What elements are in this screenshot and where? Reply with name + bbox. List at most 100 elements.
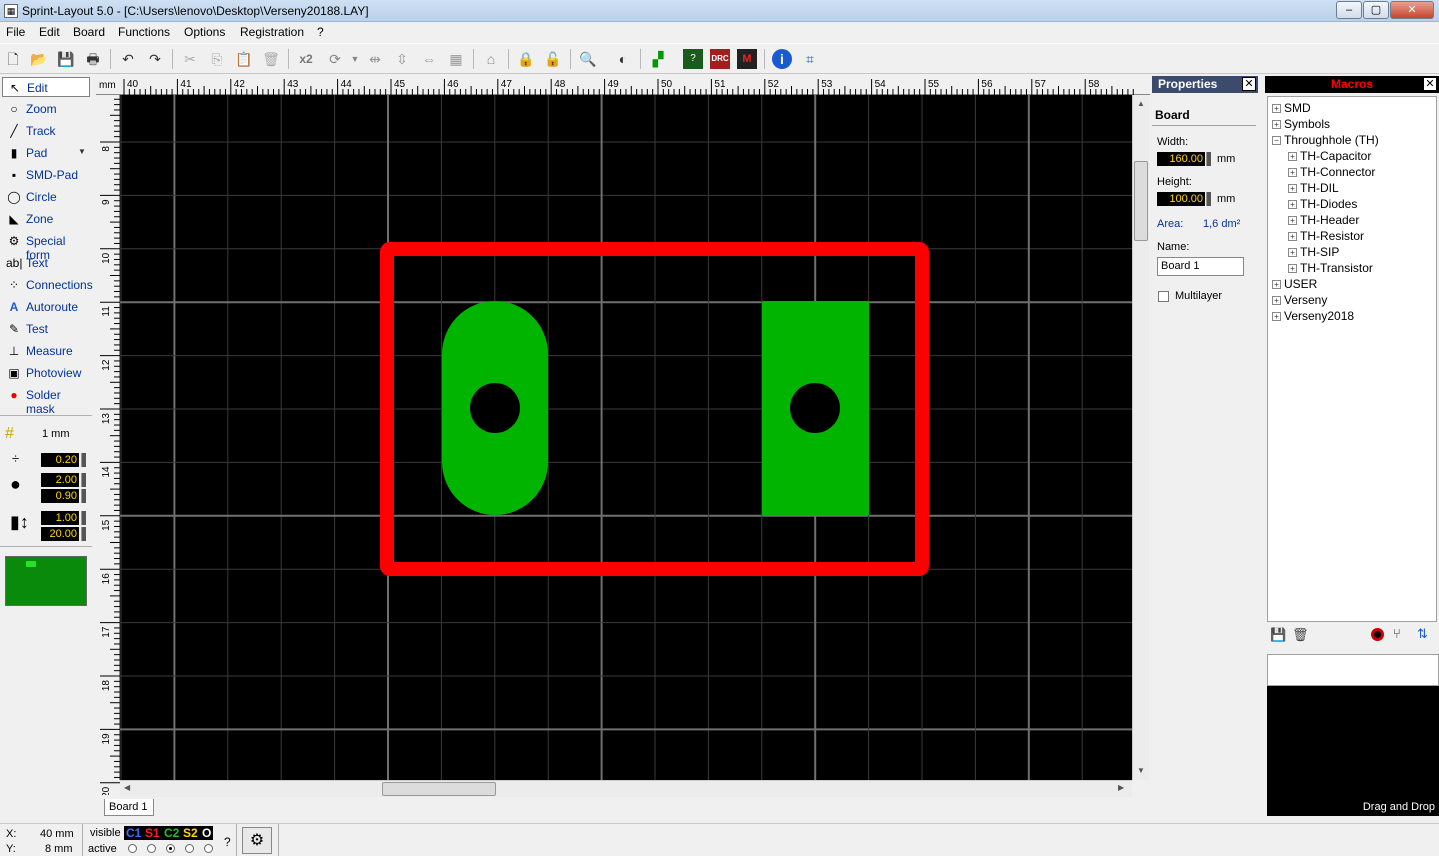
drc-help-icon[interactable]: ? [683,49,703,69]
info-icon[interactable]: i [772,49,792,69]
macro-tree-item[interactable]: + Verseny [1272,293,1327,307]
delete-macro-icon[interactable]: 🗑 [1292,627,1309,643]
tool-connections[interactable]: ⁘ Connections [2,275,93,295]
track-width-spinner[interactable] [81,453,86,467]
macro-tree-item[interactable]: − Throughhole (TH) [1272,133,1379,147]
multilayer-checkbox[interactable] [1158,291,1169,302]
expand-icon[interactable]: + [1288,184,1297,194]
vertical-scroll-thumb[interactable] [1134,161,1148,241]
smd-width-spinner[interactable] [81,511,86,525]
tool-edit[interactable]: ↖ Edit [2,77,90,97]
layer-help-icon[interactable]: ? [224,835,231,849]
scroll-left-icon[interactable]: ◀ [124,783,130,792]
expand-icon[interactable]: + [1272,120,1281,130]
tool-special-form[interactable]: ⚙ Special form [2,231,90,262]
pad-outer-field[interactable]: 2.00 [41,473,79,487]
tab-board-1[interactable]: Board 1 [104,799,154,816]
expand-icon[interactable]: + [1288,200,1297,210]
menu-file[interactable]: File [6,25,25,39]
layer-visible-s1[interactable]: S1 [143,826,162,840]
grid-value[interactable]: 1 mm [42,428,70,440]
board-preview[interactable] [5,556,87,606]
pcb-canvas[interactable] [120,95,1132,780]
collapse-icon[interactable]: − [1272,136,1281,146]
layer-active-radio-c2[interactable] [166,844,175,853]
layer-active-radio-o[interactable] [204,844,213,853]
scroll-right-icon[interactable]: ▶ [1118,783,1124,792]
scroll-down-icon[interactable]: ▼ [1137,766,1145,775]
rotate-icon[interactable]: ⟳ [325,49,345,69]
print-icon[interactable]: 🖶 [83,49,103,69]
expand-icon[interactable]: + [1288,216,1297,226]
macro-tree-item[interactable]: + SMD [1272,101,1311,115]
board-width-field[interactable]: 160.00 [1157,152,1205,166]
board-height-spinner[interactable] [1206,192,1211,206]
macro-tree-item[interactable]: + Symbols [1272,117,1330,131]
open-folder-icon[interactable]: 📂 [29,49,49,69]
tool-zoom[interactable]: ○ Zoom [2,99,90,119]
pcb-drawing[interactable] [120,95,1132,780]
lock-icon[interactable]: 🔒 [516,49,536,69]
track-width-field[interactable]: 0.20 [41,453,79,467]
scroll-up-icon[interactable]: ▲ [1137,99,1145,108]
minimize-button[interactable]: – [1336,1,1362,19]
drc-icon[interactable]: DRC [710,49,730,69]
macro-tree-item[interactable]: + Verseny2018 [1272,309,1354,323]
tool-test[interactable]: ✎ Test [2,319,90,339]
grid-icon[interactable]: # [5,425,23,443]
pad-dropdown-icon[interactable]: ▼ [78,147,86,156]
delete-icon[interactable]: 🗑 [261,49,281,69]
layer-visible-s2[interactable]: S2 [181,826,200,840]
vertical-scrollbar[interactable]: ▲ ▼ [1132,95,1149,780]
undo-icon[interactable]: ↶ [118,49,138,69]
redo-icon[interactable]: ↷ [145,49,165,69]
macro-tree[interactable]: + SMD + Symbols − Throughhole (TH) + TH-Capacit… [1267,96,1437,622]
tool-photoview[interactable]: ▣ Photoview [2,363,90,383]
tool-zone[interactable]: ◣ Zone [2,209,90,229]
new-file-icon[interactable]: 🗋 [3,49,23,69]
expand-icon[interactable]: + [1288,168,1297,178]
expand-icon[interactable]: + [1272,312,1281,322]
swap-icon[interactable]: ⇅ [1417,626,1428,642]
duplicate-icon[interactable]: x2 [296,49,316,69]
menu-help[interactable]: ? [317,25,324,39]
macro-tree-item[interactable]: + TH-Header [1288,213,1359,227]
tool-track[interactable]: ╱ Track [2,121,90,141]
oval-pad[interactable] [442,301,548,515]
layer-visible-c1[interactable]: C1 [124,826,144,840]
autoroute-toolbar-icon[interactable]: ▞ [648,49,668,69]
tool-text[interactable]: ab| Text [2,253,90,273]
horizontal-scrollbar[interactable]: ◀ ▶ [120,780,1132,797]
menu-functions[interactable]: Functions [118,25,170,39]
close-button[interactable]: ✕ [1390,1,1434,19]
group-icon[interactable]: ▦ [446,49,466,69]
save-icon[interactable]: 💾 [56,49,76,69]
smd-height-field[interactable]: 20.00 [41,527,79,541]
mirror-vertical-icon[interactable]: ⇳ [392,49,412,69]
layer-active-radio-s2[interactable] [185,844,194,853]
macro-icon[interactable]: M [737,49,757,69]
expand-icon[interactable]: + [1288,152,1297,162]
macro-tree-item[interactable]: + TH-Diodes [1288,197,1357,211]
menu-board[interactable]: Board [73,25,105,39]
layer-active-radio-c1[interactable] [128,844,137,853]
zoom-icon[interactable]: 🔍 [578,49,598,69]
pad-outer-spinner[interactable] [81,473,86,487]
macro-tree-item[interactable]: + TH-SIP [1288,245,1339,259]
pad-inner-spinner[interactable] [81,489,86,503]
crop-icon[interactable]: ⌗ [800,49,820,69]
maximize-button[interactable]: ▢ [1363,1,1389,19]
component-icon[interactable]: ⌂ [481,49,501,69]
macro-tree-item[interactable]: + TH-Resistor [1288,229,1364,243]
menu-edit[interactable]: Edit [39,25,60,39]
copy-icon[interactable]: ⎘ [207,49,227,69]
tool-smd-pad[interactable]: ▪ SMD-Pad [2,165,90,185]
layer-active-radio-s1[interactable] [147,844,156,853]
tool-measure[interactable]: ⊥ Measure [2,341,90,361]
expand-icon[interactable]: + [1272,296,1281,306]
properties-close-icon[interactable]: ✕ [1242,77,1256,91]
align-icon[interactable]: ⇔ [419,49,439,69]
cut-icon[interactable]: ✂ [180,49,200,69]
menu-registration[interactable]: Registration [240,25,304,39]
expand-icon[interactable]: + [1272,280,1281,290]
